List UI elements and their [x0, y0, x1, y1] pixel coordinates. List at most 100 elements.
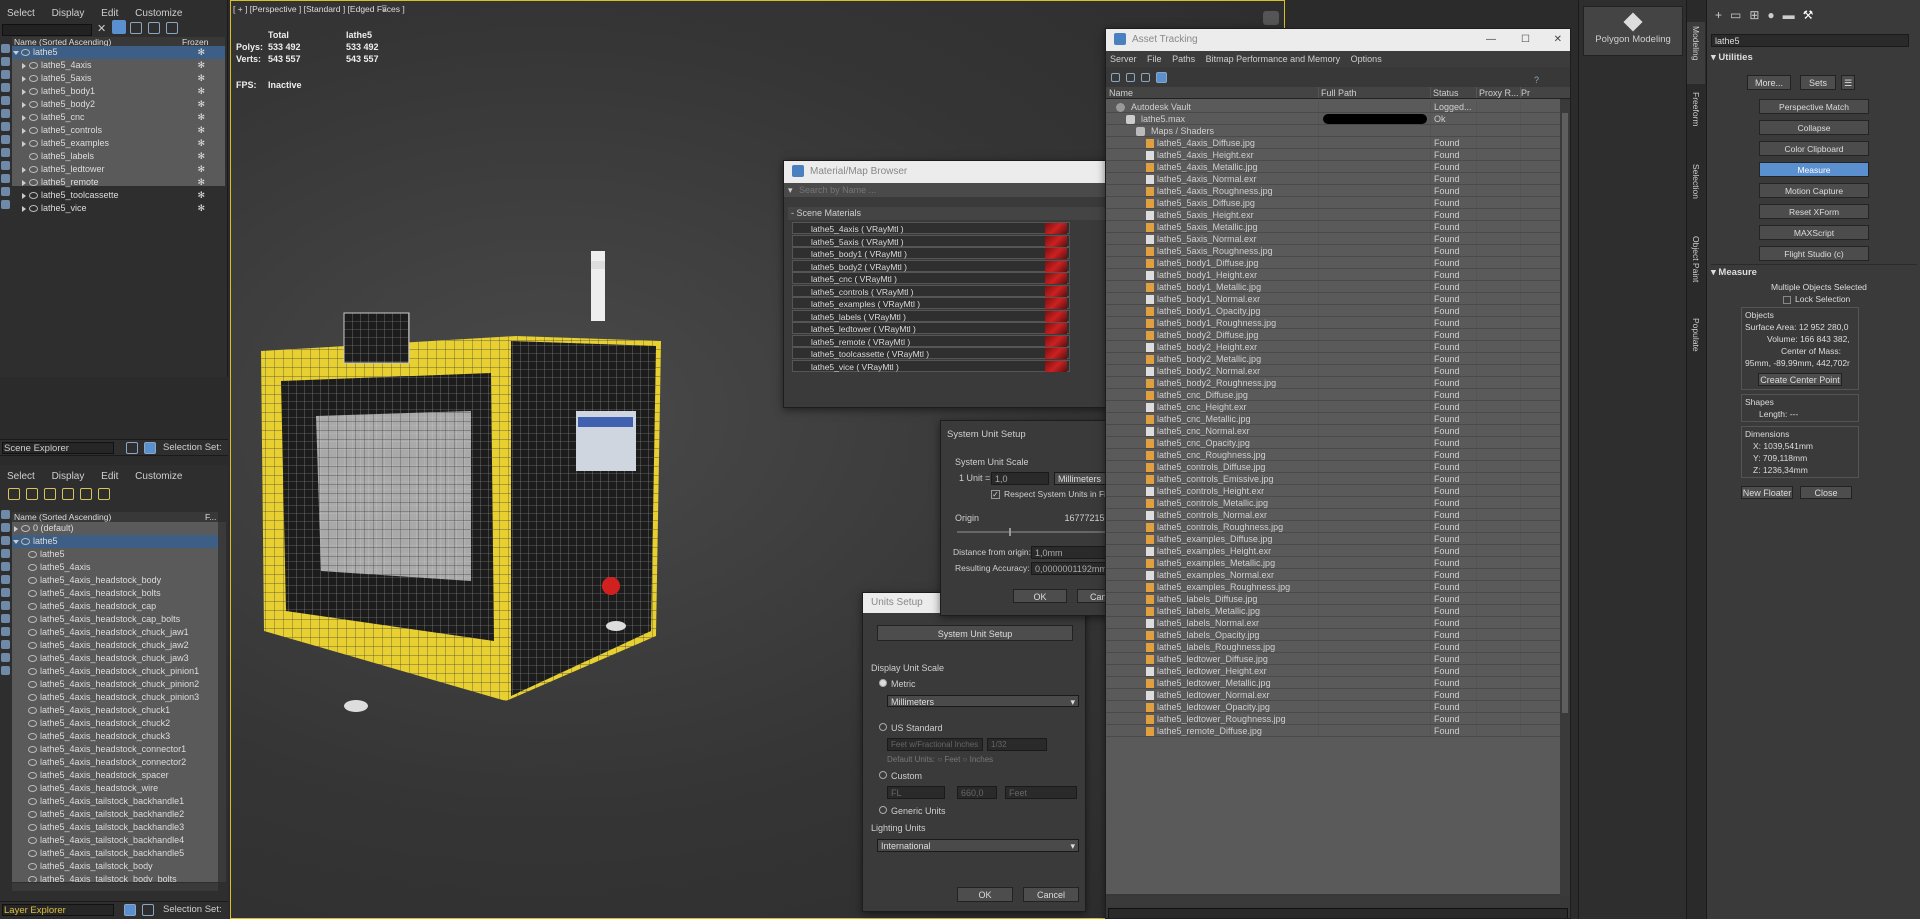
- table-row[interactable]: lathe5_body2_Diffuse.jpg Found: [1106, 329, 1560, 341]
- visibility-icon[interactable]: [29, 153, 38, 161]
- expand-icon[interactable]: [14, 525, 18, 532]
- measure-button[interactable]: Measure: [1759, 162, 1869, 177]
- filter-spacewarps-icon[interactable]: [1, 109, 10, 118]
- collapse-button[interactable]: Collapse: [1759, 120, 1869, 135]
- menu-options[interactable]: Options: [1351, 51, 1382, 67]
- expand-icon[interactable]: [22, 205, 26, 212]
- custom-radio[interactable]: Custom: [879, 771, 922, 781]
- maxscript-button[interactable]: MAXScript: [1759, 225, 1869, 240]
- layers-icon[interactable]: [126, 442, 138, 454]
- minimize-icon[interactable]: —: [1486, 29, 1496, 51]
- tree-row[interactable]: lathe5_4axis ✻: [12, 59, 225, 72]
- tree-row[interactable]: lathe5_4axis_headstock_chuck1: [12, 704, 218, 717]
- material-item[interactable]: lathe5_cnc ( VRayMtl ): [792, 272, 1070, 284]
- col-proxy[interactable]: Proxy R...: [1476, 87, 1520, 98]
- visibility-icon[interactable]: [28, 655, 37, 663]
- highlight-icon[interactable]: [80, 488, 92, 501]
- expand-icon[interactable]: [22, 127, 26, 134]
- tree-row[interactable]: lathe5_labels ✻: [12, 150, 225, 163]
- table-row[interactable]: lathe5_labels_Normal.exr Found: [1106, 617, 1560, 629]
- flight-studio-button[interactable]: Flight Studio (c): [1759, 246, 1869, 261]
- object-name-field[interactable]: lathe5: [1711, 34, 1909, 47]
- filter-icon[interactable]: [1, 549, 10, 558]
- visibility-icon[interactable]: [28, 720, 37, 728]
- table-row[interactable]: lathe5_5axis_Roughness.jpg Found: [1106, 245, 1560, 257]
- tree-row[interactable]: lathe5_4axis_headstock_bolts: [12, 587, 218, 600]
- filter-groups-icon[interactable]: [1, 122, 10, 131]
- visibility-icon[interactable]: [28, 733, 37, 741]
- tab-selection[interactable]: Selection: [1687, 160, 1705, 222]
- material-item[interactable]: lathe5_toolcassette ( VRayMtl ): [792, 347, 1070, 359]
- expand-icon[interactable]: [22, 192, 26, 199]
- expand-icon[interactable]: [22, 179, 26, 186]
- visibility-icon[interactable]: [28, 564, 37, 572]
- menu-paths[interactable]: Paths: [1172, 51, 1195, 67]
- filter-all-icon[interactable]: [1, 200, 10, 209]
- table-row[interactable]: lathe5_controls_Normal.exr Found: [1106, 509, 1560, 521]
- table-row[interactable]: Maps / Shaders: [1106, 125, 1560, 137]
- table-row[interactable]: lathe5_body2_Height.exr Found: [1106, 341, 1560, 353]
- table-row[interactable]: lathe5_5axis_Height.exr Found: [1106, 209, 1560, 221]
- filter-icon[interactable]: [112, 20, 126, 34]
- system-unit-setup-title[interactable]: System Unit Setup: [947, 429, 1026, 440]
- tree-row[interactable]: lathe5_4axis_headstock_chuck_pinion2: [12, 678, 218, 691]
- table-row[interactable]: lathe5_labels_Roughness.jpg Found: [1106, 641, 1560, 653]
- expand-icon[interactable]: [22, 75, 26, 82]
- table-row[interactable]: lathe5_examples_Height.exr Found: [1106, 545, 1560, 557]
- us-standard-radio[interactable]: US Standard: [879, 723, 943, 733]
- table-row[interactable]: lathe5_4axis_Normal.exr Found: [1106, 173, 1560, 185]
- tree-row[interactable]: lathe5_4axis_headstock_connector2: [12, 756, 218, 769]
- scene-materials-header[interactable]: - Scene Materials: [788, 207, 1134, 220]
- metric-select[interactable]: Millimeters ▾: [887, 695, 1079, 707]
- new-layer-icon[interactable]: [8, 488, 20, 501]
- paint-icon[interactable]: [98, 488, 110, 501]
- freeze-icon[interactable]: ✻: [197, 137, 205, 150]
- create-center-point-button[interactable]: Create Center Point: [1758, 373, 1842, 386]
- freeze-icon[interactable]: ✻: [197, 163, 205, 176]
- table-row[interactable]: lathe5_examples_Normal.exr Found: [1106, 569, 1560, 581]
- menu-select[interactable]: Select: [7, 8, 35, 19]
- table-row[interactable]: lathe5_cnc_Diffuse.jpg Found: [1106, 389, 1560, 401]
- table-row[interactable]: lathe5_body2_Roughness.jpg Found: [1106, 377, 1560, 389]
- tree-row[interactable]: lathe5_5axis ✻: [12, 72, 225, 85]
- lathe-machine-model[interactable]: [256, 241, 676, 731]
- visibility-icon[interactable]: [28, 642, 37, 650]
- filter-lights-icon[interactable]: [1, 70, 10, 79]
- table-row[interactable]: lathe5_ledtower_Diffuse.jpg Found: [1106, 653, 1560, 665]
- layer-icon[interactable]: [148, 22, 160, 35]
- material-browser-titlebar[interactable]: Material/Map Browser ✕: [784, 161, 1142, 183]
- visibility-icon[interactable]: [29, 179, 38, 187]
- feet-radio[interactable]: Feet: [944, 755, 960, 764]
- expand-icon[interactable]: [22, 140, 26, 147]
- table-row[interactable]: lathe5_controls_Metallic.jpg Found: [1106, 497, 1560, 509]
- menu-edit[interactable]: Edit: [101, 8, 118, 19]
- visibility-icon[interactable]: [29, 101, 38, 109]
- table-row[interactable]: lathe5_5axis_Normal.exr Found: [1106, 233, 1560, 245]
- col-status[interactable]: Status: [1430, 87, 1476, 98]
- viewport-corner-button[interactable]: [1263, 11, 1279, 25]
- visibility-icon[interactable]: [28, 772, 37, 780]
- explorer-name-field[interactable]: Layer Explorer: [2, 904, 114, 916]
- menu-edit[interactable]: Edit: [101, 471, 118, 482]
- table-row[interactable]: lathe5_examples_Metallic.jpg Found: [1106, 557, 1560, 569]
- asset-path-field[interactable]: [1108, 908, 1568, 918]
- table-row[interactable]: lathe5.max Ok: [1106, 113, 1560, 125]
- freeze-icon[interactable]: ✻: [197, 111, 205, 124]
- tree-row[interactable]: lathe5_4axis_headstock_body: [12, 574, 218, 587]
- tab-freeform[interactable]: Freeform: [1687, 88, 1705, 150]
- table-row[interactable]: lathe5_body2_Normal.exr Found: [1106, 365, 1560, 377]
- tree-row[interactable]: lathe5_4axis_tailstock_backhandle4: [12, 834, 218, 847]
- tree-row[interactable]: lathe5_4axis_headstock_wire: [12, 782, 218, 795]
- measure-title[interactable]: ▾ Measure: [1711, 267, 1917, 278]
- visibility-icon[interactable]: [28, 850, 37, 858]
- tree-row[interactable]: lathe5_4axis_headstock_connector1: [12, 743, 218, 756]
- table-row[interactable]: lathe5_examples_Diffuse.jpg Found: [1106, 533, 1560, 545]
- us-fraction-select[interactable]: 1/32: [987, 738, 1047, 751]
- expand-icon[interactable]: [22, 88, 26, 95]
- visibility-icon[interactable]: [28, 824, 37, 832]
- table-row[interactable]: lathe5_cnc_Height.exr Found: [1106, 401, 1560, 413]
- visibility-icon[interactable]: [28, 811, 37, 819]
- tab-modeling[interactable]: Modeling: [1687, 22, 1705, 84]
- table-row[interactable]: lathe5_controls_Emissive.jpg Found: [1106, 473, 1560, 485]
- filter-icon[interactable]: [1, 666, 10, 675]
